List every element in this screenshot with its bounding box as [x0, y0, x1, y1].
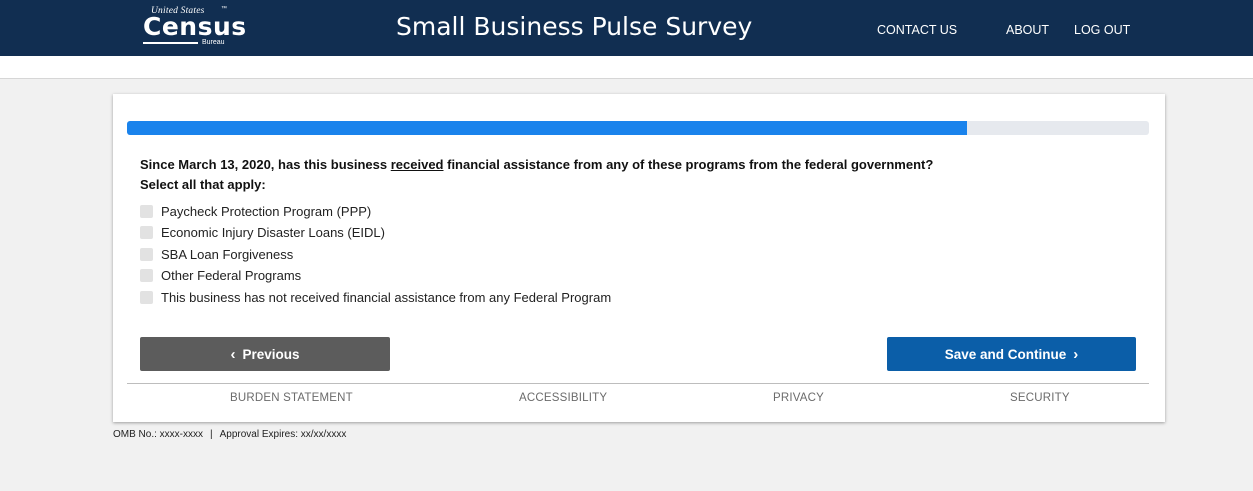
question-instruction: Select all that apply: — [140, 177, 266, 192]
checkbox[interactable] — [140, 247, 153, 261]
footer-link-security[interactable]: SECURITY — [1010, 392, 1070, 404]
checkbox[interactable] — [140, 290, 153, 304]
chevron-left-icon: ‹ — [230, 345, 236, 363]
option-other-federal-programs[interactable]: Other Federal Programs — [140, 266, 301, 284]
save-and-continue-button[interactable]: Save and Continue › — [887, 337, 1136, 371]
omb-expiration: Approval Expires: xx/xx/xxxx — [219, 429, 347, 440]
option-label: SBA Loan Forgiveness — [161, 246, 294, 262]
option-eidl[interactable]: Economic Injury Disaster Loans (EIDL) — [140, 223, 385, 241]
app-title: Small Business Pulse Survey — [396, 12, 753, 41]
survey-card: Since March 13, 2020, has this business … — [113, 94, 1165, 422]
nav-contact-us[interactable]: CONTACT US — [877, 23, 957, 37]
logo-underline — [143, 42, 198, 44]
logo-bureau: Bureau — [202, 39, 225, 46]
option-label: Paycheck Protection Program (PPP) — [161, 203, 372, 219]
previous-button[interactable]: ‹ Previous — [140, 337, 390, 371]
progress-fill — [127, 121, 968, 135]
option-label: Other Federal Programs — [161, 267, 302, 283]
option-no-assistance[interactable]: This business has not received financial… — [140, 288, 611, 306]
header-subbar — [0, 56, 1253, 79]
omb-info: OMB No.: xxxx-xxxx | Approval Expires: xx/… — [113, 429, 346, 440]
option-sba-loan-forgiveness[interactable]: SBA Loan Forgiveness — [140, 245, 293, 263]
checkbox[interactable] — [140, 204, 153, 218]
option-ppp[interactable]: Paycheck Protection Program (PPP) — [140, 202, 371, 220]
top-header-bar: United States ™ Census Bureau Small Busi… — [0, 0, 1253, 56]
footer-divider — [127, 383, 1149, 384]
progress-bar — [127, 121, 1149, 135]
checkbox[interactable] — [140, 225, 153, 239]
question-text: Since March 13, 2020, has this business … — [140, 157, 934, 172]
save-and-continue-label: Save and Continue — [944, 346, 1067, 362]
nav-log-out[interactable]: LOG OUT — [1074, 23, 1130, 37]
nav-about[interactable]: ABOUT — [1006, 23, 1049, 37]
question-emphasis: received — [390, 157, 444, 172]
footer-link-privacy[interactable]: PRIVACY — [773, 392, 824, 404]
logo-census: Census — [143, 12, 247, 41]
omb-separator: | — [210, 429, 213, 440]
omb-number: OMB No.: xxxx-xxxx — [113, 429, 204, 440]
checkbox[interactable] — [140, 268, 153, 282]
previous-button-label: Previous — [242, 346, 300, 362]
footer-link-accessibility[interactable]: ACCESSIBILITY — [519, 392, 607, 404]
option-label: This business has not received financial… — [161, 289, 612, 305]
chevron-right-icon: › — [1073, 345, 1079, 363]
footer-link-burden-statement[interactable]: BURDEN STATEMENT — [230, 392, 353, 404]
option-label: Economic Injury Disaster Loans (EIDL) — [161, 224, 385, 240]
census-logo[interactable]: United States ™ Census Bureau — [137, 6, 246, 50]
